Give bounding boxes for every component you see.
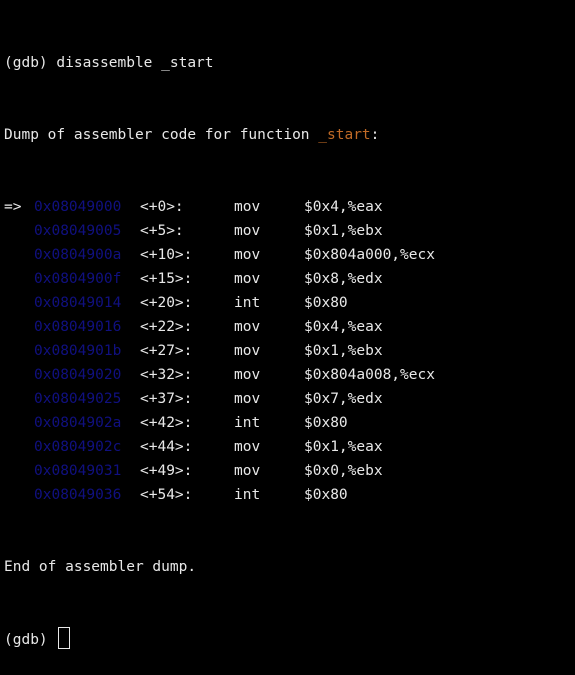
disassembly-row: 0x0804902a <+42>: int $0x80 xyxy=(4,411,575,435)
instruction-offset: <+15>: xyxy=(140,271,193,287)
instruction-address: 0x08049016 xyxy=(34,319,122,335)
instruction-mnemonic: mov xyxy=(234,319,261,335)
instruction-operands: $0x80 xyxy=(304,415,348,431)
instruction-offset: <+10>: xyxy=(140,247,193,263)
instruction-mnemonic: int xyxy=(234,415,261,431)
instruction-operands: $0x804a008,%ecx xyxy=(304,367,435,383)
prompt-line[interactable]: (gdb) xyxy=(4,627,575,651)
instruction-offset: <+44>: xyxy=(140,439,193,455)
instruction-mnemonic: mov xyxy=(234,199,261,215)
instruction-offset: <+37>: xyxy=(140,391,193,407)
instruction-address: 0x08049036 xyxy=(34,487,122,503)
instruction-operands: $0x4,%eax xyxy=(304,199,383,215)
disassembly-row: => 0x08049000 <+0>: mov $0x4,%eax xyxy=(4,195,575,219)
instruction-operands: $0x0,%ebx xyxy=(304,463,383,479)
terminal-window[interactable]: (gdb) disassemble _start Dump of assembl… xyxy=(0,0,575,649)
disassembly-row: 0x08049031 <+49>: mov $0x0,%ebx xyxy=(4,459,575,483)
instruction-address: 0x08049014 xyxy=(34,295,122,311)
disassembly-row: 0x08049036 <+54>: int $0x80 xyxy=(4,483,575,507)
instruction-mnemonic: int xyxy=(234,487,261,503)
instruction-operands: $0x1,%ebx xyxy=(304,343,383,359)
instruction-operands: $0x4,%eax xyxy=(304,319,383,335)
instruction-mnemonic: int xyxy=(234,295,261,311)
disassembly-row: 0x0804900f <+15>: mov $0x8,%edx xyxy=(4,267,575,291)
instruction-address: 0x0804900f xyxy=(34,271,122,287)
instruction-mnemonic: mov xyxy=(234,463,261,479)
instruction-operands: $0x80 xyxy=(304,295,348,311)
instruction-offset: <+42>: xyxy=(140,415,193,431)
function-name: _start xyxy=(318,127,371,143)
disassembly-row: 0x0804900a <+10>: mov $0x804a000,%ecx xyxy=(4,243,575,267)
instruction-mnemonic: mov xyxy=(234,343,261,359)
disassembly-row: 0x08049025 <+37>: mov $0x7,%edx xyxy=(4,387,575,411)
instruction-mnemonic: mov xyxy=(234,247,261,263)
disassembly-row: 0x08049005 <+5>: mov $0x1,%ebx xyxy=(4,219,575,243)
instruction-operands: $0x804a000,%ecx xyxy=(304,247,435,263)
instruction-address: 0x08049020 xyxy=(34,367,122,383)
instruction-operands: $0x8,%edx xyxy=(304,271,383,287)
dump-header-prefix: Dump of assembler code for function xyxy=(4,127,319,143)
instruction-offset: <+5>: xyxy=(140,223,184,239)
instruction-operands: $0x80 xyxy=(304,487,348,503)
text-cursor xyxy=(58,627,71,649)
instruction-mnemonic: mov xyxy=(234,391,261,407)
disassembly-row: 0x0804901b <+27>: mov $0x1,%ebx xyxy=(4,339,575,363)
instruction-operands: $0x7,%edx xyxy=(304,391,383,407)
instruction-address: 0x0804901b xyxy=(34,343,122,359)
instruction-mnemonic: mov xyxy=(234,271,261,287)
instruction-offset: <+54>: xyxy=(140,487,193,503)
instruction-mnemonic: mov xyxy=(234,439,261,455)
disassembly-row: 0x08049014 <+20>: int $0x80 xyxy=(4,291,575,315)
instruction-offset: <+22>: xyxy=(140,319,193,335)
disassembly-listing: => 0x08049000 <+0>: mov $0x4,%eax 0x08049005 <… xyxy=(4,195,575,507)
instruction-operands: $0x1,%ebx xyxy=(304,223,383,239)
current-instruction-marker: => xyxy=(4,199,22,215)
instruction-offset: <+27>: xyxy=(140,343,193,359)
instruction-offset: <+0>: xyxy=(140,199,184,215)
instruction-offset: <+20>: xyxy=(140,295,193,311)
disassembly-row: 0x08049020 <+32>: mov $0x804a008,%ecx xyxy=(4,363,575,387)
instruction-address: 0x0804902a xyxy=(34,415,122,431)
instruction-address: 0x0804900a xyxy=(34,247,122,263)
instruction-mnemonic: mov xyxy=(234,223,261,239)
instruction-operands: $0x1,%eax xyxy=(304,439,383,455)
dump-header: Dump of assembler code for function _sta… xyxy=(4,123,575,147)
instruction-address: 0x08049025 xyxy=(34,391,122,407)
instruction-offset: <+32>: xyxy=(140,367,193,383)
instruction-address: 0x08049031 xyxy=(34,463,122,479)
end-of-dump-line: End of assembler dump. xyxy=(4,559,197,575)
gdb-prompt: (gdb) xyxy=(4,632,48,648)
instruction-address: 0x08049005 xyxy=(34,223,122,239)
disassembly-row: 0x08049016 <+22>: mov $0x4,%eax xyxy=(4,315,575,339)
instruction-address: 0x08049000 xyxy=(34,199,122,215)
dump-header-suffix: : xyxy=(370,127,380,143)
disassembly-row: 0x0804902c <+44>: mov $0x1,%eax xyxy=(4,435,575,459)
instruction-address: 0x0804902c xyxy=(34,439,122,455)
command-line: (gdb) disassemble _start xyxy=(4,55,214,71)
instruction-offset: <+49>: xyxy=(140,463,193,479)
instruction-mnemonic: mov xyxy=(234,367,261,383)
